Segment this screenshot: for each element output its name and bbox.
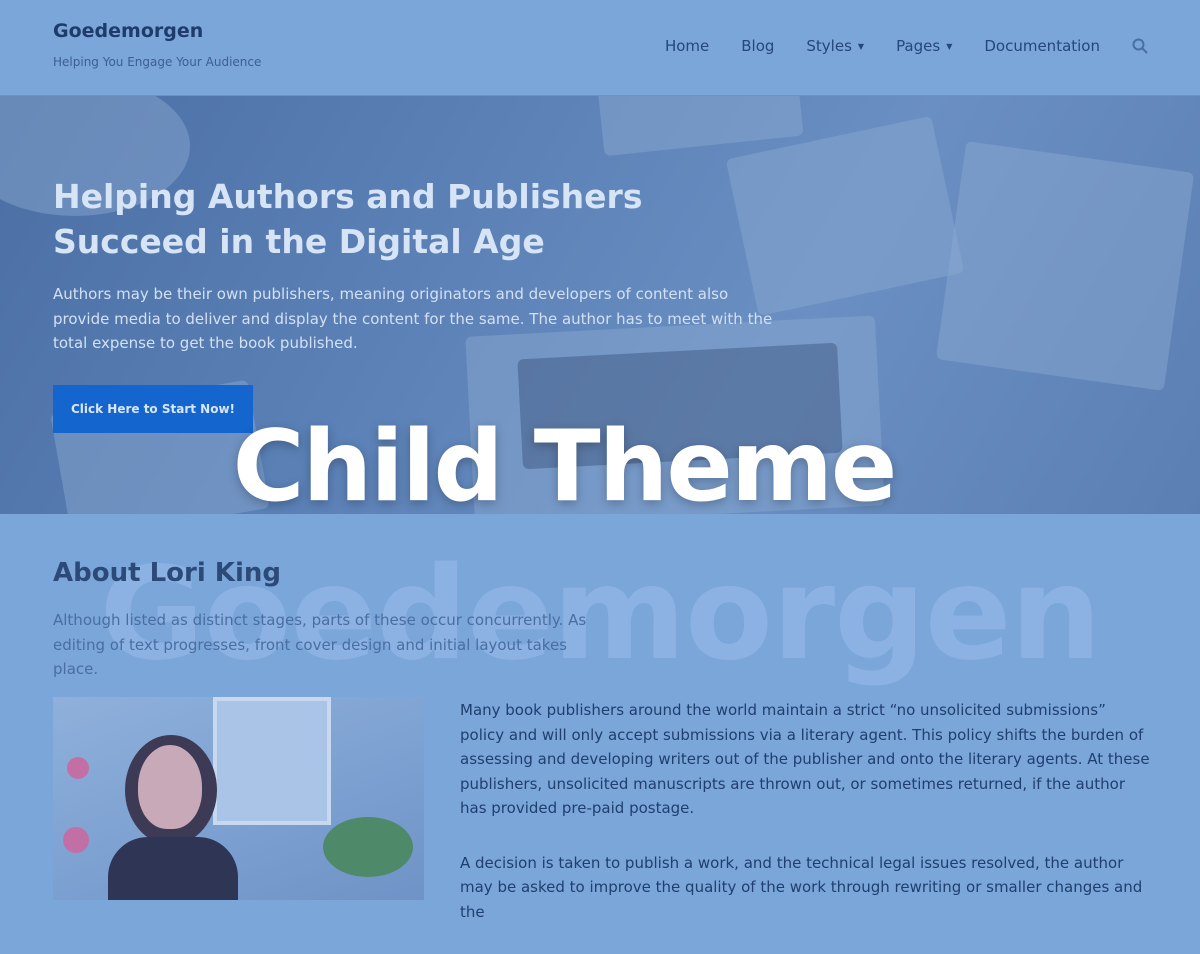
site-title[interactable]: Goedemorgen — [53, 20, 203, 42]
photo-face — [138, 745, 202, 829]
about-intro: Although listed as distinct stages, part… — [53, 611, 587, 678]
nav-item-label: Home — [664, 37, 710, 55]
article-paragraph: Many book publishers around the world ma… — [460, 701, 1150, 817]
photo-body — [108, 837, 238, 900]
caret-down-icon: ▼ — [857, 41, 865, 51]
photo-plant — [323, 817, 413, 877]
search-icon[interactable] — [1132, 38, 1148, 54]
overlay-title: Child Theme — [232, 410, 898, 524]
photo-flower — [63, 827, 89, 853]
nav-item-pages[interactable]: Pages ▼ — [896, 37, 952, 55]
nav-item-label: Documentation — [984, 37, 1100, 55]
photo-flower — [67, 757, 89, 779]
about-title: About Lori King — [53, 558, 281, 588]
caret-down-icon: ▼ — [946, 41, 953, 51]
nav-item-blog[interactable]: Blog — [741, 37, 774, 55]
author-photo — [53, 697, 424, 900]
hero-title-line: Helping Authors and Publishers — [53, 177, 643, 216]
about-article: Many book publishers around the world ma… — [460, 698, 1150, 954]
hero-bg-tablet — [596, 96, 804, 157]
nav-item-label: Styles — [806, 37, 852, 55]
hero-title: Helping Authors and Publishers Succeed i… — [53, 174, 693, 264]
hero-bg-box — [935, 141, 1195, 391]
site-tagline: Helping You Engage Your Audience — [53, 55, 262, 69]
nav-item-documentation[interactable]: Documentation — [984, 37, 1100, 55]
site-header: Goedemorgen Helping You Engage Your Audi… — [0, 0, 1200, 96]
hero-title-line: Succeed in the Digital Age — [53, 222, 545, 261]
article-paragraph: A decision is taken to publish a work, a… — [460, 853, 1143, 921]
nav-item-home[interactable]: Home — [665, 37, 709, 55]
hero-description: Authors may be their own publishers, mea… — [53, 285, 773, 352]
main-nav: Home Blog Styles ▼ Pages ▼ Documentation — [633, 37, 1148, 55]
nav-item-label: Pages — [896, 37, 941, 55]
nav-item-label: Blog — [741, 37, 775, 55]
photo-window — [213, 697, 331, 825]
nav-item-styles[interactable]: Styles ▼ — [806, 37, 864, 55]
